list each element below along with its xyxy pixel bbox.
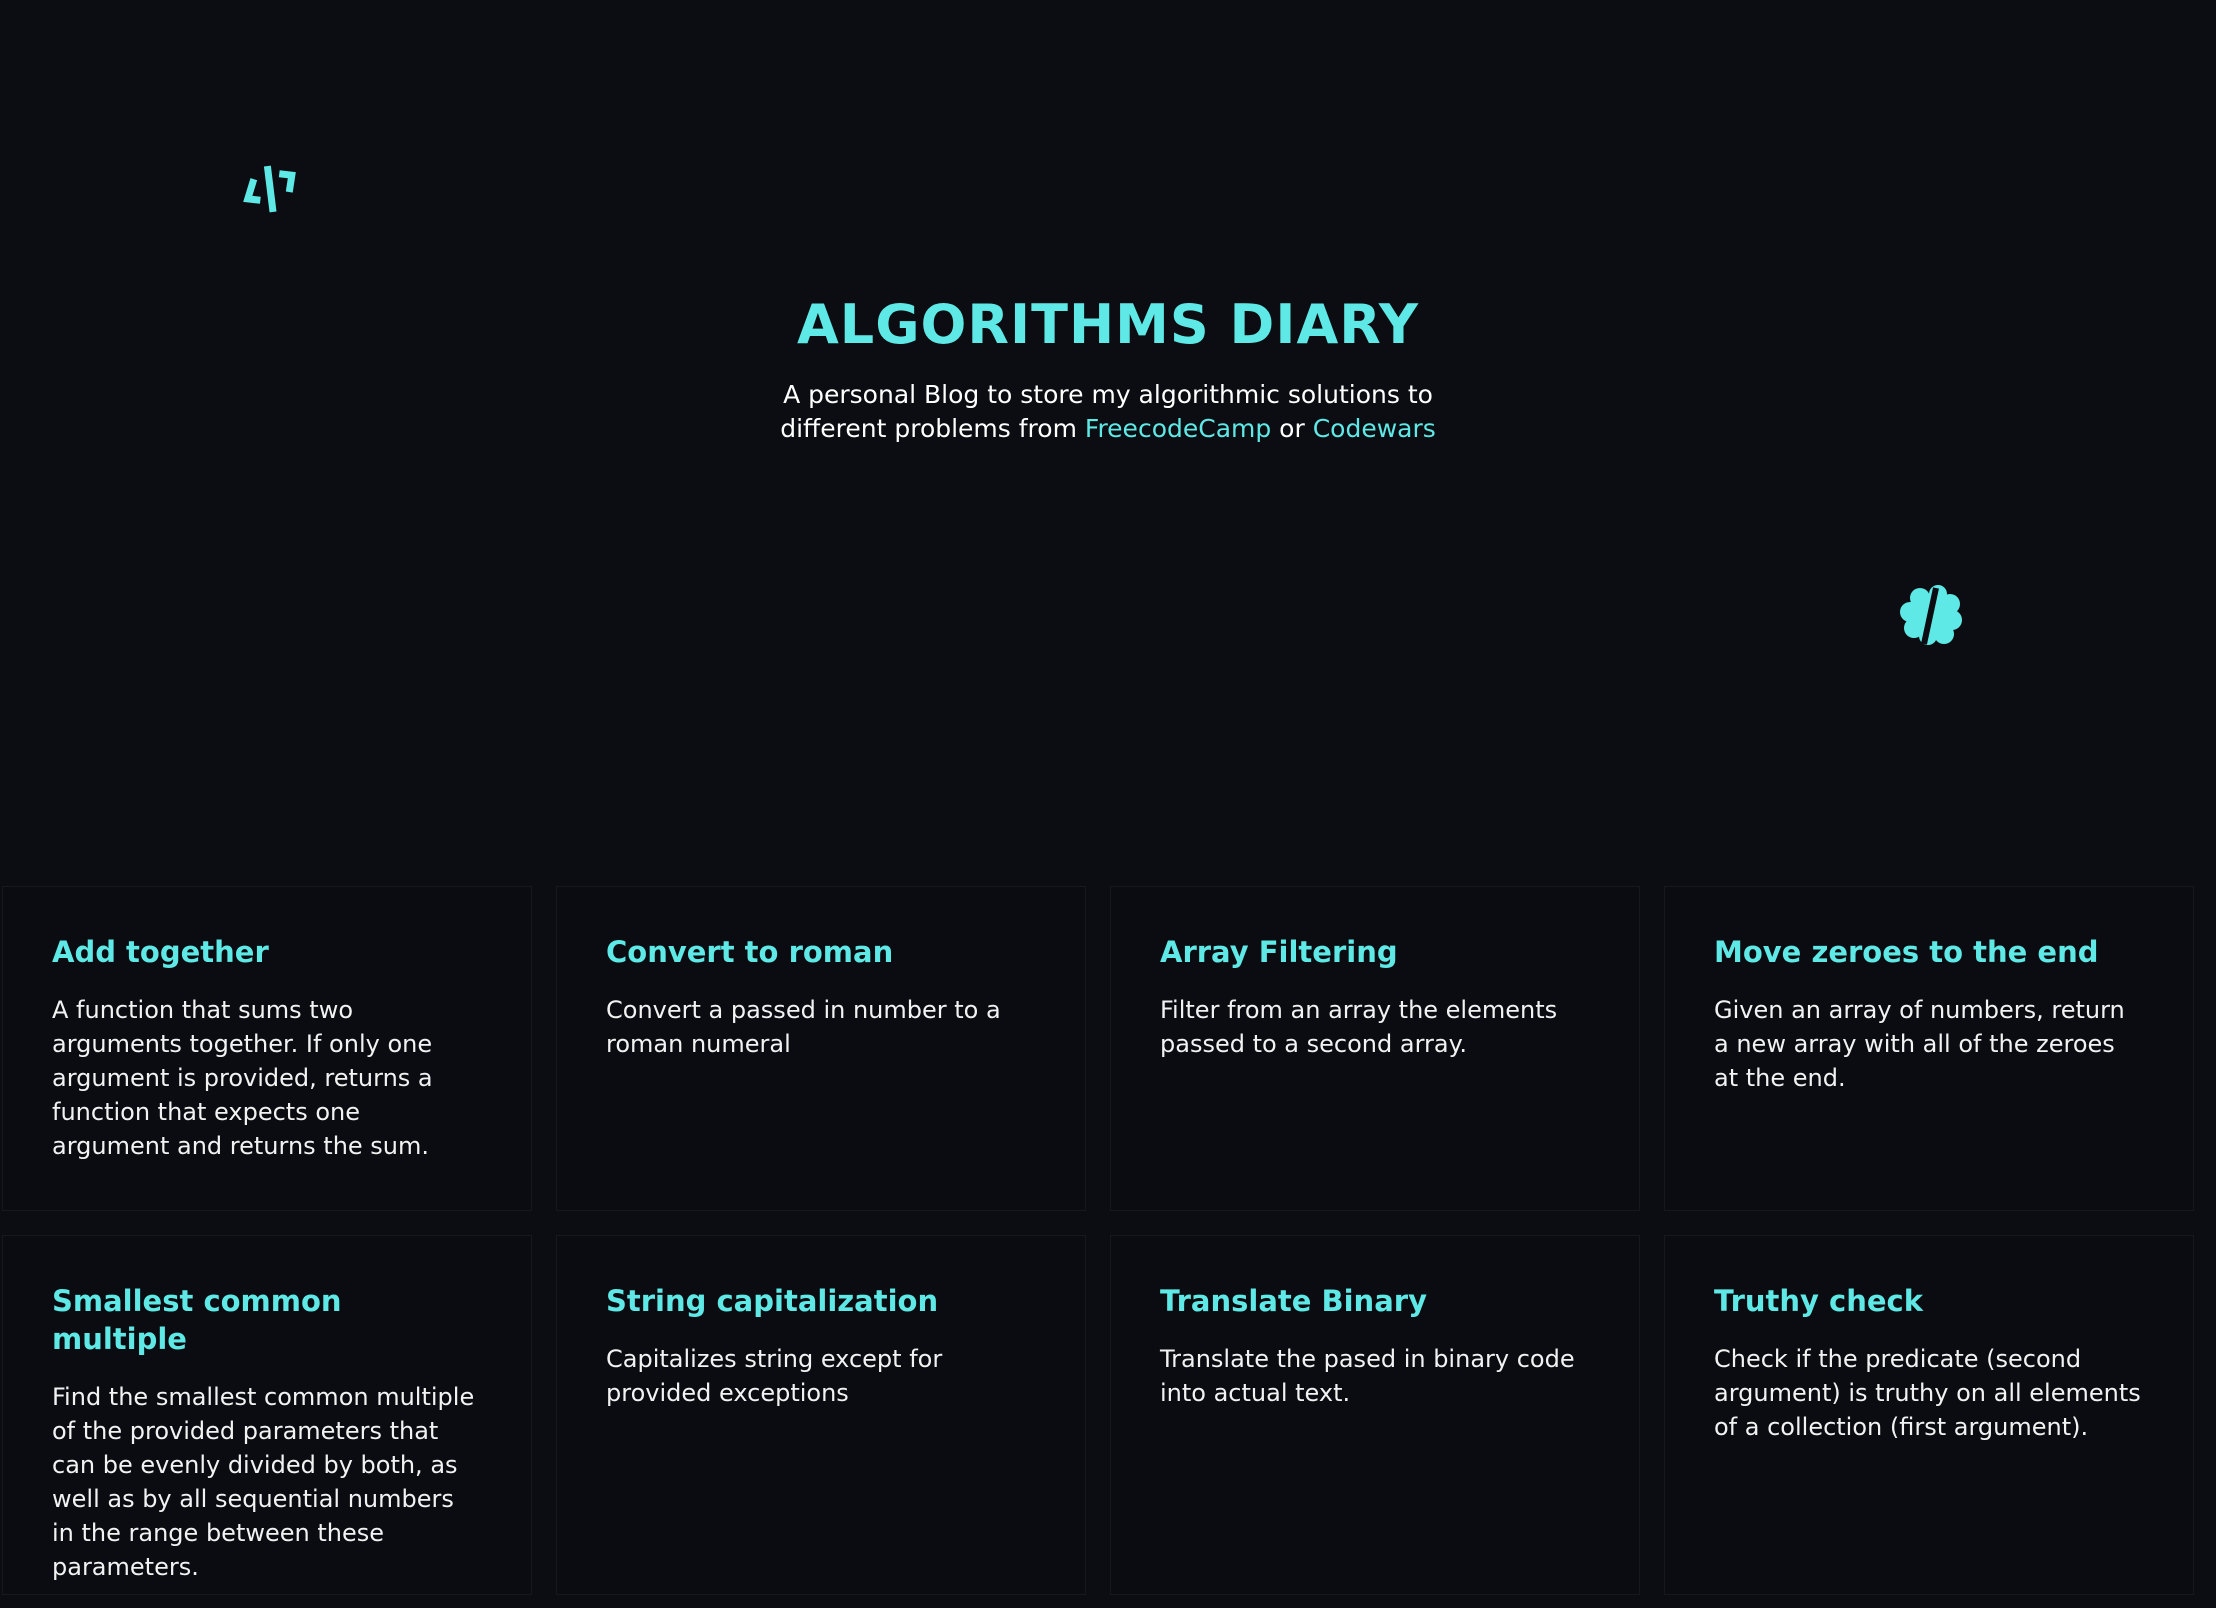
card-title: Add together — [52, 935, 269, 969]
card-description: A function that sums two arguments toget… — [52, 996, 433, 1160]
code-icon — [243, 165, 296, 213]
freecodecamp-link[interactable]: FreecodeCamp — [1085, 414, 1271, 443]
algorithm-card-translate-binary[interactable]: Translate Binary Translate the pased in … — [1110, 1235, 1640, 1595]
card-title: Move zeroes to the end — [1714, 935, 2099, 969]
card-title: String capitalization — [606, 1284, 939, 1318]
page-title: ALGORITHMS DIARY — [797, 293, 1419, 356]
card-title: Translate Binary — [1160, 1284, 1427, 1318]
card-description: Find the smallest common multiple of the… — [52, 1383, 475, 1581]
brain-icon — [1900, 585, 1962, 645]
card-description: Check if the predicate (second argument)… — [1714, 1345, 2141, 1441]
card-description: Convert a passed in number to a roman nu… — [606, 996, 1001, 1058]
algorithm-card-add-together[interactable]: Add together A function that sums two ar… — [2, 886, 532, 1211]
algorithm-card-string-capitalization[interactable]: String capitalization Capitalizes string… — [556, 1235, 1086, 1595]
algorithm-card-array-filtering[interactable]: Array Filtering Filter from an array the… — [1110, 886, 1640, 1211]
card-title: Array Filtering — [1160, 935, 1398, 969]
algorithm-card-convert-to-roman[interactable]: Convert to roman Convert a passed in num… — [556, 886, 1086, 1211]
algorithm-card-truthy-check[interactable]: Truthy check Check if the predicate (sec… — [1664, 1235, 2194, 1595]
page-subtitle: A personal Blog to store my algorithmic … — [728, 378, 1488, 446]
algorithm-card-grid: Add together A function that sums two ar… — [2, 886, 2196, 1595]
codewars-link[interactable]: Codewars — [1313, 414, 1436, 443]
card-description: Capitalizes string except for provided e… — [606, 1345, 943, 1407]
card-title: Truthy check — [1714, 1284, 1924, 1318]
page: ALGORITHMS DIARY A personal Blog to stor… — [0, 0, 2216, 1608]
card-title: Smallest common multiple — [52, 1284, 342, 1356]
subtitle-or-text: or — [1271, 414, 1313, 443]
hero: ALGORITHMS DIARY A personal Blog to stor… — [0, 290, 2216, 446]
card-description: Translate the pased in binary code into … — [1160, 1345, 1575, 1407]
card-title: Convert to roman — [606, 935, 894, 969]
algorithm-card-move-zeroes[interactable]: Move zeroes to the end Given an array of… — [1664, 886, 2194, 1211]
card-description: Filter from an array the elements passed… — [1160, 996, 1558, 1058]
card-description: Given an array of numbers, return a new … — [1714, 996, 2125, 1092]
algorithm-card-smallest-common-multiple[interactable]: Smallest common multiple Find the smalle… — [2, 1235, 532, 1595]
